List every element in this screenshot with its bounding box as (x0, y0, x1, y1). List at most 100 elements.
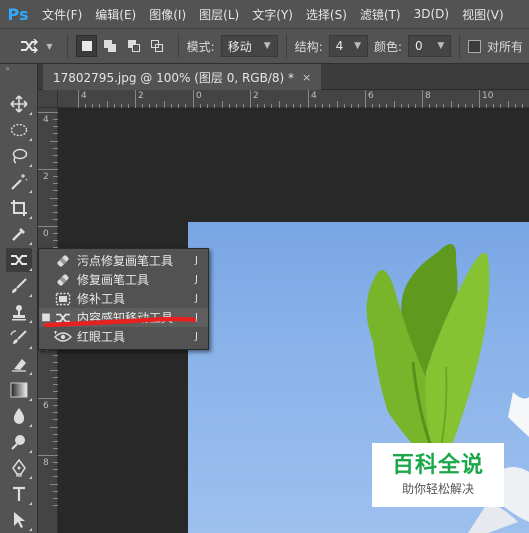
ruler-major-tick (135, 90, 136, 108)
menu-image[interactable]: 图像(I) (149, 6, 186, 23)
magic-wand-tool[interactable] (6, 170, 32, 194)
content-aware-move-icon (11, 255, 27, 265)
new-selection-icon (81, 41, 92, 51)
more-tools-indicator (29, 112, 32, 115)
document-tab-bar: 17802795.jpg @ 100% (图层 0, RGB/8) * × (38, 64, 529, 90)
path-selection-tool[interactable] (6, 508, 32, 532)
flyout-item-label: 污点修复画笔工具 (77, 254, 174, 268)
ruler-minor-tick (278, 101, 280, 108)
ruler-minor-tick (336, 101, 338, 108)
horizontal-ruler[interactable]: 4 2 0 2 4 6 8 10 (58, 90, 529, 108)
ruler-major-tick (38, 398, 58, 399)
crop-icon (11, 200, 27, 216)
pen-tool[interactable] (6, 456, 32, 480)
ruler-minor-tick (163, 101, 165, 108)
lasso-icon (12, 148, 28, 164)
more-tools-indicator (29, 190, 32, 193)
move-tool[interactable] (6, 92, 32, 116)
menu-file[interactable]: 文件(F) (42, 6, 82, 23)
patch-icon (53, 291, 73, 307)
divider (177, 34, 179, 58)
healing-tools-flyout: 污点修复画笔工具 J 修复画笔工具 J 修补工具 J ■ 内容感知移动工具 J … (38, 248, 209, 350)
tool-preset-picker[interactable]: ▼ (14, 32, 59, 60)
ruler-major-tick (308, 90, 309, 108)
flyout-item-healing-brush[interactable]: 修复画笔工具 J (39, 270, 208, 289)
flyout-item-spot-healing[interactable]: 污点修复画笔工具 J (39, 251, 208, 270)
flyout-item-label: 修补工具 (77, 292, 126, 306)
ruler-major-tick (365, 90, 366, 108)
more-tools-indicator (29, 476, 32, 479)
ruler-major-tick (422, 90, 423, 108)
mode-select[interactable]: 移动 ▼ (220, 35, 278, 57)
add-selection-icon (104, 40, 117, 52)
ruler-label: 0 (43, 229, 49, 239)
close-icon[interactable]: × (302, 71, 311, 84)
eraser-icon (12, 359, 26, 372)
structure-label: 结构: (294, 39, 323, 54)
document-tab[interactable]: 17802795.jpg @ 100% (图层 0, RGB/8) * × (43, 64, 322, 90)
blur-tool[interactable] (6, 404, 32, 428)
more-tools-indicator (29, 372, 32, 375)
healing-tool[interactable] (6, 248, 32, 272)
ruler-label: 6 (43, 401, 49, 411)
brush-tool[interactable] (6, 274, 32, 298)
ruler-minor-tick (450, 101, 452, 108)
ruler-minor-tick (50, 140, 58, 142)
menu-3d[interactable]: 3D(D) (414, 7, 449, 21)
dodge-icon (11, 435, 25, 450)
menu-edit[interactable]: 编辑(E) (95, 6, 136, 23)
menu-filter[interactable]: 滤镜(T) (360, 6, 401, 23)
ruler-major-tick (38, 169, 58, 170)
color-label: 颜色: (373, 39, 403, 54)
ruler-origin[interactable] (38, 90, 58, 108)
sample-all-layers-label: 对所有 (486, 39, 523, 54)
mode-label: 模式: (186, 39, 215, 54)
photoshop-logo: Ps (7, 4, 29, 24)
intersect-selection-button[interactable] (146, 35, 167, 57)
ruler-major-tick (38, 112, 58, 113)
ruler-major-tick (78, 90, 79, 108)
brush-icon (12, 278, 27, 293)
lasso-tool[interactable] (6, 144, 32, 168)
healing-brush-icon (53, 272, 73, 288)
menu-select[interactable]: 选择(S) (306, 6, 347, 23)
mode-value: 移动 (227, 39, 252, 54)
flyout-item-patch[interactable]: 修补工具 J (39, 289, 208, 308)
eyedropper-icon (12, 228, 25, 241)
more-tools-indicator (29, 502, 32, 505)
chevron-down-icon: ▼ (437, 41, 445, 51)
spot-healing-brush-icon (53, 253, 73, 269)
clone-stamp-tool[interactable] (6, 300, 32, 324)
menu-view[interactable]: 视图(V) (462, 6, 504, 23)
more-tools-indicator (29, 242, 32, 245)
type-tool[interactable] (6, 482, 32, 506)
crop-tool[interactable] (6, 196, 32, 220)
menu-bar: Ps 文件(F) 编辑(E) 图像(I) 图层(L) 文字(Y) 选择(S) 滤… (0, 0, 529, 28)
ruler-label: 2 (253, 91, 259, 101)
ruler-label: 0 (196, 91, 202, 101)
history-brush-tool[interactable] (6, 326, 32, 350)
marquee-tool[interactable] (6, 118, 32, 142)
sample-all-layers-checkbox[interactable] (468, 39, 481, 53)
panel-collapse-icon[interactable]: » (0, 64, 37, 74)
subtract-selection-button[interactable] (123, 35, 144, 57)
ruler-minor-tick (50, 483, 58, 485)
menu-type[interactable]: 文字(Y) (252, 6, 293, 23)
stamp-icon (12, 305, 26, 321)
menu-layer[interactable]: 图层(L) (199, 6, 239, 23)
ruler-label: 8 (43, 458, 49, 468)
move-icon (10, 95, 28, 113)
structure-select[interactable]: 4 ▼ (328, 35, 368, 57)
more-tools-indicator (29, 294, 32, 297)
chevron-down-icon: ▼ (46, 41, 53, 51)
color-select[interactable]: 0 ▼ (408, 35, 452, 57)
flyout-item-shortcut: J (195, 255, 198, 266)
ruler-major-tick (250, 90, 251, 108)
new-selection-button[interactable] (75, 35, 98, 57)
gradient-tool[interactable] (6, 378, 32, 402)
eraser-tool[interactable] (6, 352, 32, 376)
gradient-icon (10, 382, 28, 398)
add-to-selection-button[interactable] (99, 35, 120, 57)
eyedropper-tool[interactable] (6, 222, 32, 246)
dodge-tool[interactable] (6, 430, 32, 454)
